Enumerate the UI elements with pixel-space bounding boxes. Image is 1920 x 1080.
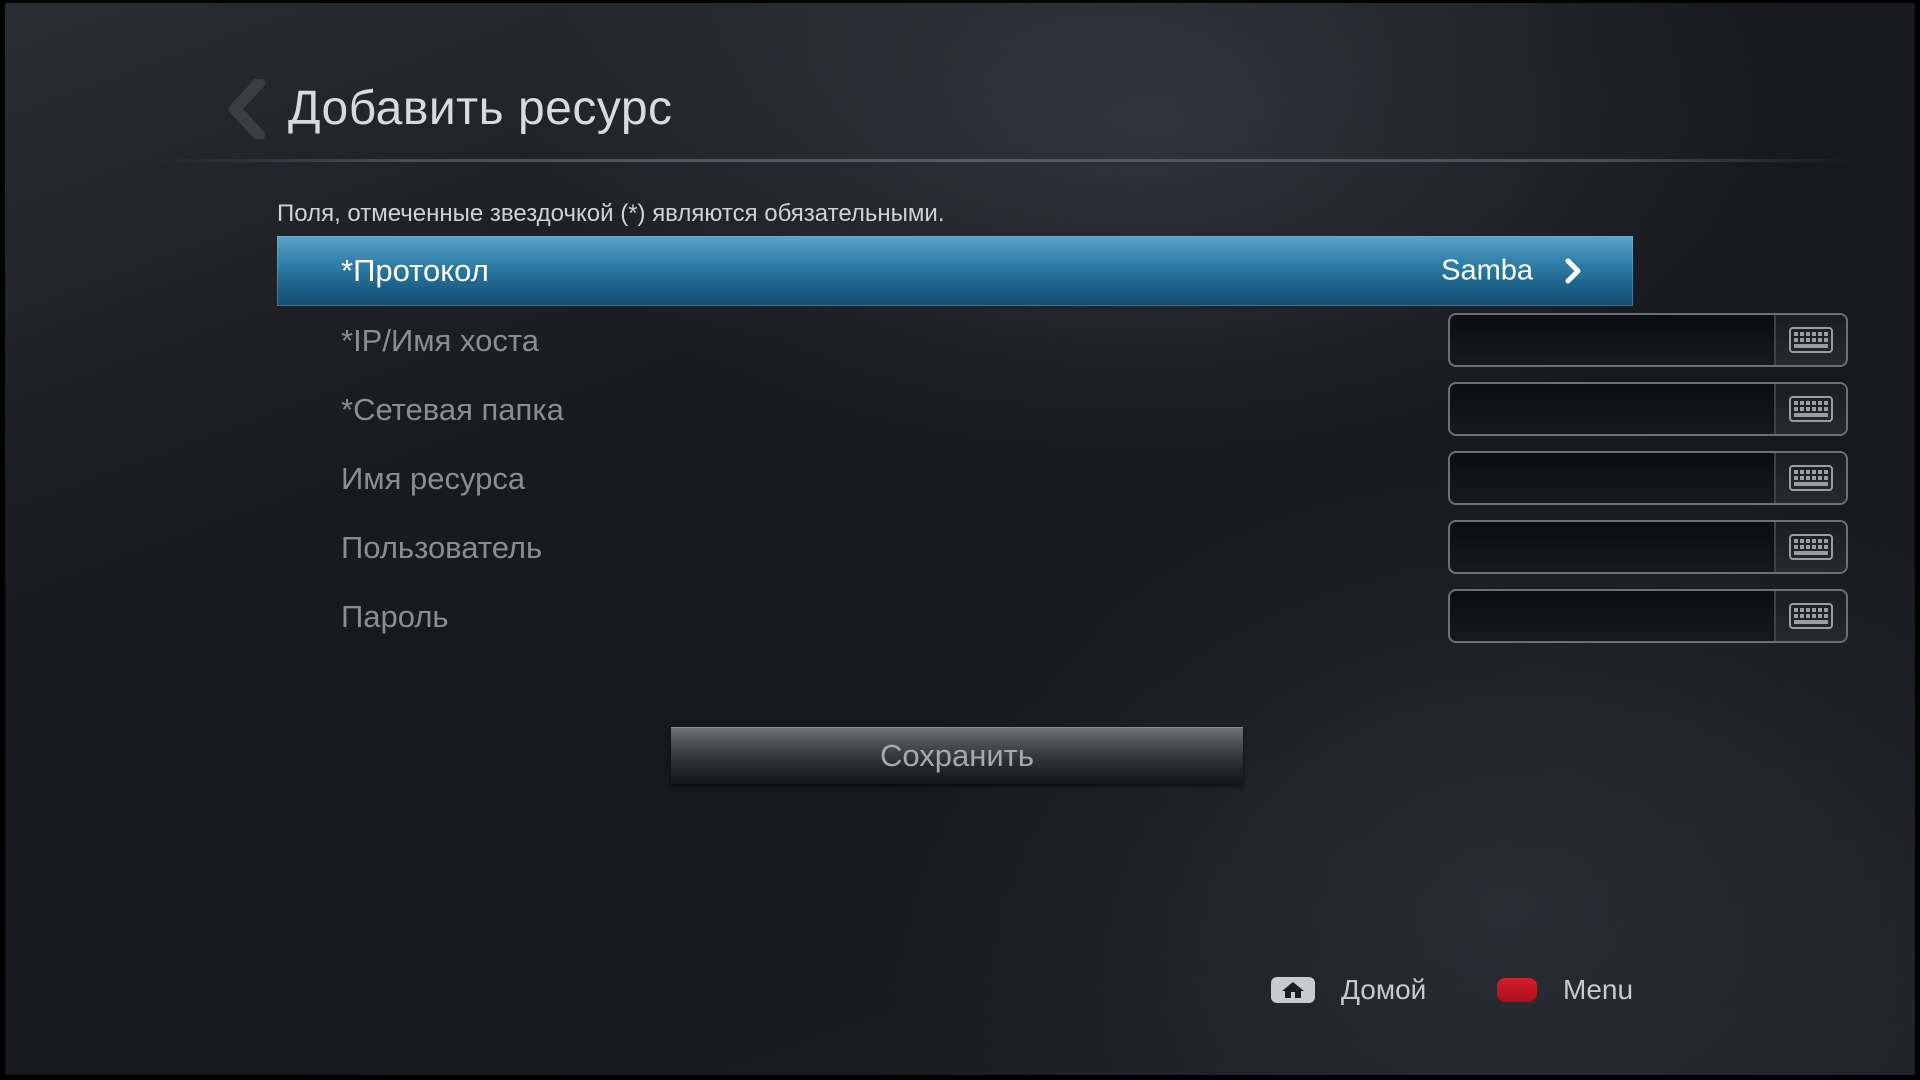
- field-label-user: Пользователь: [341, 530, 543, 565]
- user-field[interactable]: [1448, 520, 1848, 574]
- keyboard-icon: [1789, 396, 1833, 422]
- resource-name-input[interactable]: [1450, 453, 1778, 503]
- title-divider: [155, 159, 1855, 162]
- required-fields-note: Поля, отмеченные звездочкой (*) являются…: [277, 200, 945, 227]
- keyboard-icon: [1789, 603, 1833, 629]
- menu-hint[interactable]: Menu: [1497, 971, 1633, 1009]
- resource-name-field[interactable]: [1448, 451, 1848, 505]
- user-input[interactable]: [1450, 522, 1778, 572]
- password-input[interactable]: [1450, 591, 1778, 641]
- field-label-share: *Сетевая папка: [341, 392, 564, 427]
- share-folder-field[interactable]: [1448, 382, 1848, 436]
- field-row-password[interactable]: Пароль: [277, 582, 1848, 652]
- page-title: Добавить ресурс: [288, 82, 673, 135]
- share-folder-input[interactable]: [1450, 384, 1778, 434]
- keyboard-icon: [1789, 465, 1833, 491]
- keyboard-button[interactable]: [1774, 522, 1846, 572]
- host-field[interactable]: [1448, 313, 1848, 367]
- keyboard-icon: [1789, 534, 1833, 560]
- keyboard-button[interactable]: [1774, 453, 1846, 503]
- host-input[interactable]: [1450, 315, 1778, 365]
- protocol-row[interactable]: *Протокол Samba: [277, 236, 1633, 306]
- field-row-resource-name[interactable]: Имя ресурса: [277, 444, 1848, 514]
- keyboard-icon: [1789, 327, 1833, 353]
- chevron-left-icon[interactable]: [227, 79, 271, 139]
- field-row-host[interactable]: *IP/Имя хоста: [277, 306, 1848, 376]
- field-label-password: Пароль: [341, 599, 449, 634]
- home-label: Домой: [1341, 974, 1427, 1005]
- field-label-resource-name: Имя ресурса: [341, 461, 526, 496]
- red-button-icon: [1497, 978, 1537, 1002]
- protocol-value: Samba: [1441, 254, 1533, 287]
- screen: Добавить ресурс Поля, отмеченные звездоч…: [5, 3, 1915, 1075]
- keyboard-button[interactable]: [1774, 384, 1846, 434]
- keyboard-button[interactable]: [1774, 315, 1846, 365]
- field-row-user[interactable]: Пользователь: [277, 513, 1848, 583]
- field-label-host: *IP/Имя хоста: [341, 323, 539, 358]
- chevron-right-icon: [1565, 258, 1581, 284]
- field-row-share[interactable]: *Сетевая папка: [277, 375, 1848, 445]
- keyboard-button[interactable]: [1774, 591, 1846, 641]
- password-field[interactable]: [1448, 589, 1848, 643]
- save-button[interactable]: Сохранить: [671, 727, 1243, 784]
- protocol-label: *Протокол: [341, 253, 489, 288]
- home-icon: [1271, 977, 1315, 1003]
- home-hint[interactable]: Домой: [1271, 971, 1426, 1009]
- menu-label: Menu: [1563, 974, 1634, 1005]
